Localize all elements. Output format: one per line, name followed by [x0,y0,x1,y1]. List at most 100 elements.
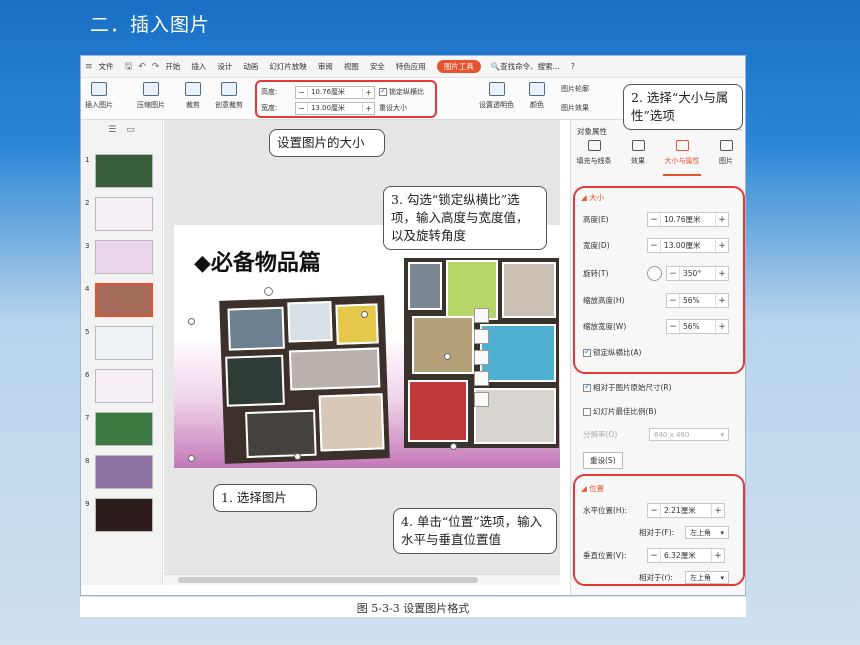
tab-view[interactable]: 视图 [344,61,359,72]
h-position-spinner[interactable]: − 2.21厘米 + [647,503,725,518]
zoom-icon[interactable] [474,371,489,386]
picture-effect-button[interactable]: 图片效果 [561,103,589,113]
increase-button[interactable]: + [716,269,728,279]
decrease-button[interactable]: − [648,241,660,251]
position-section-header[interactable]: ◢ 位置 [581,483,604,494]
layers-icon[interactable] [474,308,489,323]
more-icon[interactable] [474,392,489,407]
scale-height-spinner[interactable]: − 56% + [666,293,729,308]
h-position-field[interactable]: 2.21厘米 [660,504,712,517]
slide-thumbnail[interactable] [95,455,153,489]
best-scale-checkbox[interactable] [583,407,591,416]
scale-width-spinner[interactable]: − 56% + [666,319,729,334]
slide-thumbnail[interactable] [95,369,153,403]
tab-security[interactable]: 安全 [370,61,385,72]
slide-thumbnail[interactable] [95,154,153,188]
search-command[interactable]: 🔍查找命令、搜索... [491,61,560,72]
lock-ratio-checkbox[interactable] [583,347,591,357]
tab-features[interactable]: 特色应用 [396,61,426,72]
split-icon[interactable] [474,350,489,365]
outline-view-icon[interactable]: ☰ [108,125,116,135]
tab-home[interactable]: 开始 [165,61,180,72]
height-increase[interactable]: + [363,88,374,97]
increase-button[interactable]: + [716,296,728,306]
increase-button[interactable]: + [716,322,728,332]
increase-button[interactable]: + [712,506,724,516]
tab-picture-tools[interactable]: 图片工具 [436,60,481,73]
relative-original-checkbox[interactable] [583,382,591,392]
resize-handle[interactable] [188,455,195,462]
crop-button[interactable]: 裁剪 [185,82,201,110]
color-button[interactable]: 颜色 [529,82,545,110]
slide-thumbnail[interactable] [95,283,153,317]
file-menu[interactable]: 文件 [99,61,114,72]
relative-select-1[interactable]: 左上角 ▾ [685,526,729,539]
resize-handle[interactable] [444,353,451,360]
slide-thumbnail[interactable] [95,412,153,446]
rotate-handle[interactable] [264,287,273,296]
undo-icon[interactable]: ↶ [138,62,146,72]
rotation-dial-icon[interactable] [647,266,662,281]
reset-size-button[interactable]: 重设大小 [379,103,407,113]
increase-button[interactable]: + [716,215,728,225]
tab-slideshow[interactable]: 幻灯片放映 [269,61,307,72]
tab-design[interactable]: 设计 [217,61,232,72]
resize-handle[interactable] [188,318,195,325]
menu-icon[interactable]: ≡ [85,62,93,72]
reset-button[interactable]: 重设(S) [583,452,623,469]
redo-icon[interactable]: ↷ [152,62,160,72]
scale-width-field[interactable]: 56% [679,320,716,333]
width-spinner[interactable]: − 13.00厘米 + [647,238,729,253]
picture-outline-button[interactable]: 图片轮廓 [561,84,589,94]
tab-animation[interactable]: 动画 [243,61,258,72]
tab-picture[interactable]: 图片 [707,140,745,166]
horizontal-scrollbar[interactable] [164,574,560,585]
decrease-button[interactable]: − [667,296,679,306]
scroll-thumb[interactable] [178,577,478,583]
tab-insert[interactable]: 插入 [191,61,206,72]
help-button[interactable]: ? [571,62,575,71]
tab-effect[interactable]: 效果 [619,140,657,166]
height-input[interactable]: 10.76厘米 [307,87,363,97]
crop-icon[interactable] [474,329,489,344]
resolution-select[interactable]: 640 x 480 ▾ [649,428,729,441]
resize-handle[interactable] [450,443,457,450]
decrease-button[interactable]: − [648,551,660,561]
resize-handle[interactable] [361,311,368,318]
slide-thumbnail[interactable] [95,498,153,532]
creative-crop-button[interactable]: 创意裁剪 [215,82,243,110]
slide-thumbnail[interactable] [95,326,153,360]
save-icon[interactable]: 🖫 [125,59,133,75]
slide-view-icon[interactable]: ▭ [126,125,135,135]
decrease-button[interactable]: − [667,269,679,279]
insert-picture-button[interactable]: 插入图片 [85,82,113,110]
height-spinner[interactable]: − 10.76厘米 + [647,212,729,227]
height-decrease[interactable]: − [296,88,307,97]
height-spinner[interactable]: − 10.76厘米 + [295,85,375,99]
compress-picture-button[interactable]: 压缩图片 [137,82,165,110]
rotation-spinner[interactable]: − 350° + [666,266,729,281]
selected-picture[interactable] [219,295,390,464]
lock-ratio-checkbox[interactable] [379,86,387,96]
size-section-header[interactable]: ◢ 大小 [581,192,604,203]
decrease-button[interactable]: − [667,322,679,332]
slide-thumbnail[interactable] [95,197,153,231]
rotation-field[interactable]: 350° [679,267,716,280]
width-spinner[interactable]: − 13.00厘米 + [295,101,375,115]
width-input[interactable]: 13.00厘米 [307,103,363,113]
decrease-button[interactable]: − [648,215,660,225]
decrease-button[interactable]: − [648,506,660,516]
scale-height-field[interactable]: 56% [679,294,716,307]
tab-review[interactable]: 审阅 [318,61,333,72]
increase-button[interactable]: + [712,551,724,561]
width-decrease[interactable]: − [296,104,307,113]
relative-select-2[interactable]: 左上角 ▾ [685,571,729,584]
resize-handle[interactable] [294,453,301,460]
tab-fill-line[interactable]: 填充与线条 [575,140,613,166]
tab-size-property[interactable]: 大小与属性 [663,140,701,166]
v-position-spinner[interactable]: − 6.32厘米 + [647,548,725,563]
increase-button[interactable]: + [716,241,728,251]
slide-thumbnail[interactable] [95,240,153,274]
width-increase[interactable]: + [363,104,374,113]
set-transparent-button[interactable]: 设置透明色 [479,82,514,110]
